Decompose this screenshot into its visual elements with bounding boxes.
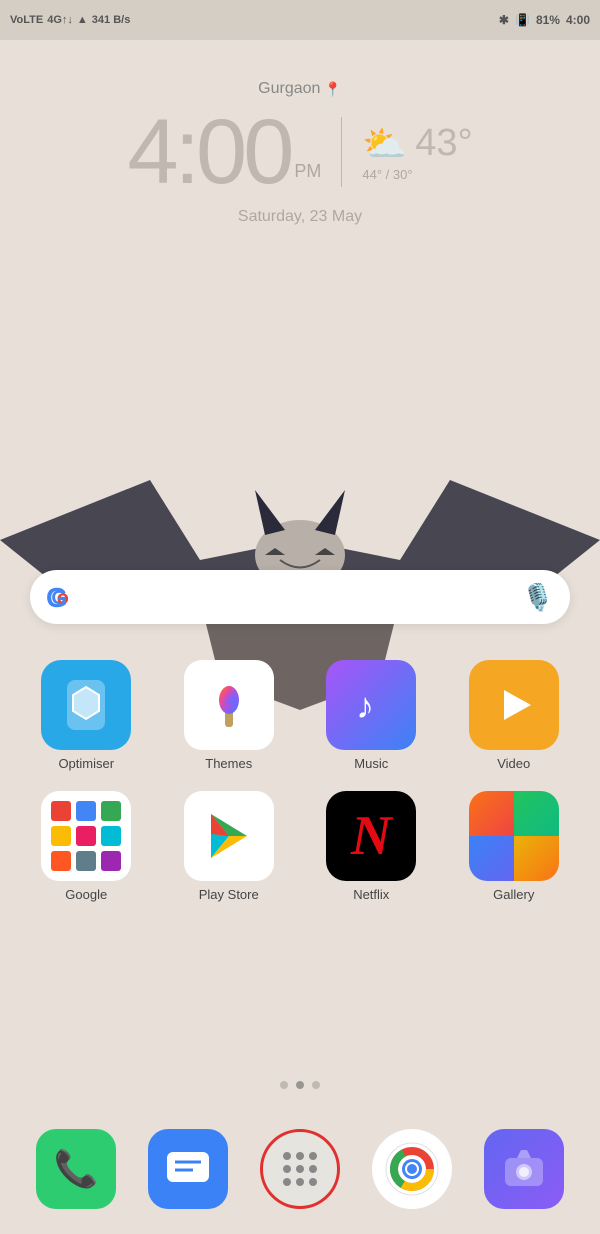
chrome-icon — [372, 1129, 452, 1209]
time-block: 4:00 PM — [127, 106, 321, 198]
bottom-dock: 📞 — [0, 1129, 600, 1209]
app-google[interactable]: Google — [20, 791, 153, 902]
video-label: Video — [497, 756, 530, 771]
themes-icon — [184, 660, 274, 750]
carrier-icon: VoLTE — [10, 14, 43, 26]
playstore-icon — [184, 791, 274, 881]
status-left: VoLTE 4G↑↓ ▲ 341 B/s — [10, 14, 130, 26]
speed-label: 341 B/s — [92, 14, 131, 26]
ampm-label: PM — [294, 161, 321, 182]
phone-icon: 📞 — [36, 1129, 116, 1209]
app-drawer-icon — [260, 1129, 340, 1209]
clock-widget: Gurgaon 📍 4:00 PM ⛅ 43° 44° / 30° Saturd… — [0, 80, 600, 226]
time-weather-divider — [341, 117, 342, 187]
weather-top: ⛅ 43° — [362, 122, 472, 165]
clock-row: 4:00 PM ⛅ 43° 44° / 30° — [0, 106, 600, 198]
dock-chrome[interactable] — [372, 1129, 452, 1209]
dock-camera[interactable] — [484, 1129, 564, 1209]
music-label: Music — [354, 756, 388, 771]
battery-label: 81% — [536, 13, 560, 27]
app-grid: Optimiser Themes — [0, 650, 600, 912]
bluetooth-icon: ✱ — [499, 13, 509, 27]
dock-phone[interactable]: 📞 — [36, 1129, 116, 1209]
messages-icon — [148, 1129, 228, 1209]
app-themes[interactable]: Themes — [163, 660, 296, 771]
themes-label: Themes — [205, 756, 252, 771]
location-icon: 📍 — [324, 81, 341, 98]
svg-text:♪: ♪ — [356, 685, 374, 726]
google-label: Google — [65, 887, 107, 902]
mic-icon[interactable]: 🎙️ — [522, 582, 554, 613]
status-bar: VoLTE 4G↑↓ ▲ 341 B/s ✱ 📳 81% 4:00 — [0, 0, 600, 40]
gallery-q1 — [469, 791, 514, 836]
wifi-icon: ▲ — [77, 14, 88, 26]
weather-icon: ⛅ — [362, 123, 407, 165]
optimiser-icon — [41, 660, 131, 750]
vibrate-icon: 📳 — [515, 13, 530, 27]
status-right: ✱ 📳 81% 4:00 — [499, 13, 590, 27]
search-bar[interactable]: G o G 🎙️ — [30, 570, 570, 624]
app-playstore[interactable]: Play Store — [163, 791, 296, 902]
app-music[interactable]: ♪ Music — [305, 660, 438, 771]
netflix-icon: N — [326, 791, 416, 881]
camera-icon — [484, 1129, 564, 1209]
app-optimiser[interactable]: Optimiser — [20, 660, 153, 771]
netflix-label: Netflix — [353, 887, 389, 902]
page-dots — [0, 1081, 600, 1089]
signal-icon: 4G↑↓ — [47, 14, 73, 26]
gallery-icon — [469, 791, 559, 881]
video-icon — [469, 660, 559, 750]
app-netflix[interactable]: N Netflix — [305, 791, 438, 902]
optimiser-label: Optimiser — [58, 756, 114, 771]
location-label: Gurgaon 📍 — [0, 80, 600, 98]
temperature-main: 43° — [415, 122, 472, 165]
page-dot-3 — [312, 1081, 320, 1089]
weather-block: ⛅ 43° 44° / 30° — [362, 122, 472, 182]
music-icon: ♪ — [326, 660, 416, 750]
time-display: 4:00 — [127, 106, 290, 198]
dock-messages[interactable] — [148, 1129, 228, 1209]
date-label: Saturday, 23 May — [0, 208, 600, 226]
app-video[interactable]: Video — [448, 660, 581, 771]
gallery-q2 — [514, 791, 559, 836]
time-label: 4:00 — [566, 13, 590, 27]
gallery-q3 — [469, 836, 514, 881]
page-dot-1 — [280, 1081, 288, 1089]
page-dot-2 — [296, 1081, 304, 1089]
google-g-icon: G — [46, 581, 78, 613]
google-icon — [41, 791, 131, 881]
gallery-q4 — [514, 836, 559, 881]
playstore-label: Play Store — [199, 887, 259, 902]
gallery-label: Gallery — [493, 887, 534, 902]
temperature-range: 44° / 30° — [362, 167, 412, 182]
app-gallery[interactable]: Gallery — [448, 791, 581, 902]
dock-app-drawer[interactable] — [260, 1129, 340, 1209]
svg-text:G: G — [46, 582, 68, 613]
